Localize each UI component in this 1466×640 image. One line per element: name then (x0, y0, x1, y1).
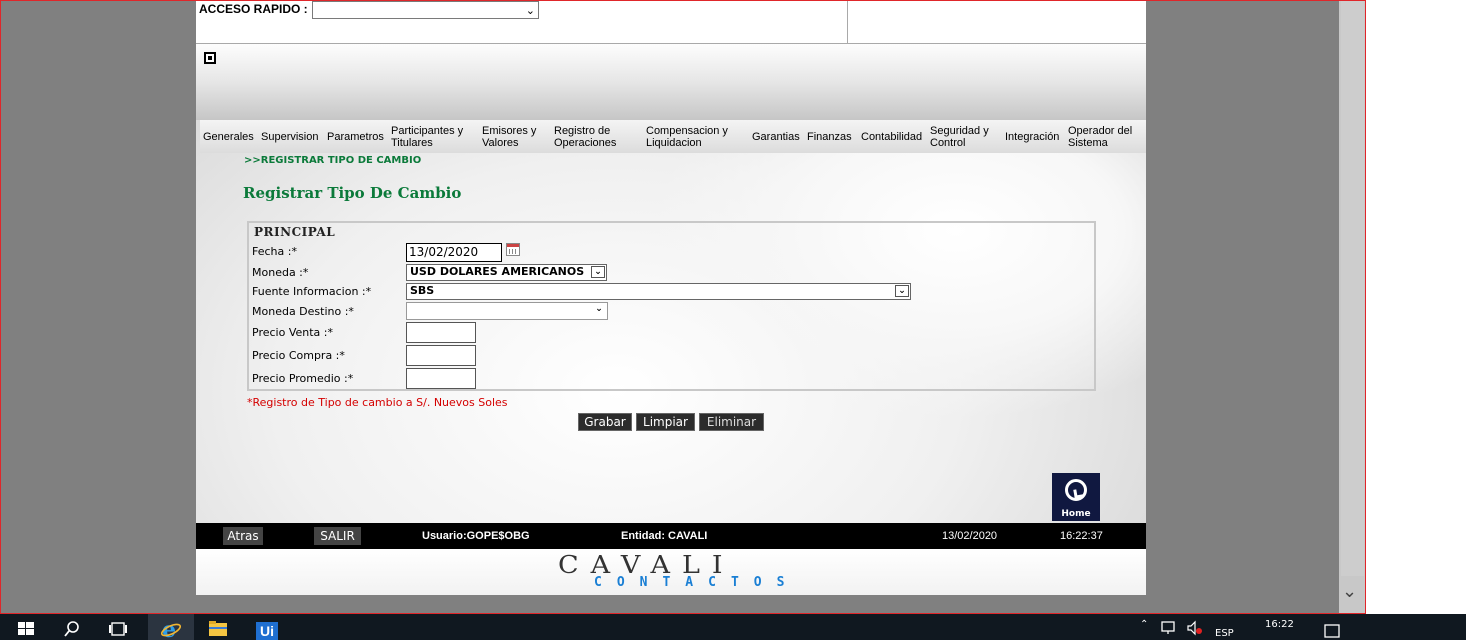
home-label: Home (1061, 509, 1091, 519)
usuario-text: Usuario:GOPE$OBG (422, 530, 530, 542)
menu-item-participantes[interactable]: Participantes y Titulares (388, 125, 479, 149)
info-note: *Registro de Tipo de cambio a S/. Nuevos… (247, 396, 508, 409)
fecha-input[interactable]: 13/02/2020 (406, 243, 502, 262)
menu-item-generales[interactable]: Generales (200, 131, 258, 143)
precio-promedio-label: Precio Promedio :* (252, 372, 354, 385)
fuente-value: SBS (410, 284, 435, 297)
menu-item-finanzas[interactable]: Finanzas (804, 131, 858, 143)
menu-item-seguridad[interactable]: Seguridad y Control (927, 125, 1002, 149)
salir-button[interactable]: SALIR (314, 527, 361, 545)
notifications-icon[interactable] (1324, 624, 1340, 640)
moneda-destino-select[interactable]: ⌄ (406, 302, 608, 320)
internet-explorer-icon: e (160, 618, 182, 640)
fieldset-legend: PRINCIPAL (254, 225, 336, 239)
web-page: ACCESO RAPIDO : ⌄ Generales Supervision … (196, 1, 1146, 595)
precio-venta-input[interactable] (406, 322, 476, 343)
principal-fieldset: PRINCIPAL (247, 221, 1096, 391)
status-time: 16:22:37 (1060, 530, 1103, 542)
chevron-up-icon[interactable]: ⌃ (1140, 619, 1148, 630)
window-icon[interactable] (204, 52, 216, 64)
chevron-down-icon: ⌄ (591, 266, 605, 278)
grabar-button[interactable]: Grabar (578, 413, 632, 431)
menu-item-operador[interactable]: Operador del Sistema (1065, 125, 1137, 149)
menu-item-contabilidad[interactable]: Contabilidad (858, 131, 927, 143)
precio-compra-label: Precio Compra :* (252, 349, 345, 362)
divider (847, 1, 848, 43)
uipath-icon[interactable]: Ui (256, 622, 278, 640)
scroll-down-icon[interactable]: ⌄ (1342, 581, 1357, 602)
quick-access-label: ACCESO RAPIDO : (199, 2, 308, 16)
menu-item-supervision[interactable]: Supervision (258, 131, 324, 143)
folder-icon[interactable] (208, 618, 228, 638)
windows-start-icon[interactable] (16, 618, 36, 638)
chevron-down-icon: ⌄ (592, 304, 606, 316)
eliminar-button[interactable]: Eliminar (699, 413, 764, 431)
moneda-label: Moneda :* (252, 266, 309, 279)
volume-muted-icon[interactable] (1186, 620, 1204, 636)
chevron-down-icon: ⌄ (525, 4, 535, 17)
breadcrumb: >>REGISTRAR TIPO DE CAMBIO (244, 155, 422, 166)
status-bar: Atras SALIR Usuario:GOPE$OBG Entidad: CA… (196, 523, 1146, 549)
footer: CAVALI CONTACTOS (196, 549, 1146, 595)
network-icon[interactable] (1160, 620, 1178, 636)
moneda-select[interactable]: USD DOLARES AMERICANOS ⌄ (406, 264, 607, 281)
menu-item-parametros[interactable]: Parametros (324, 131, 388, 143)
chevron-down-icon: ⌄ (895, 285, 909, 297)
precio-compra-input[interactable] (406, 345, 476, 366)
moneda-value: USD DOLARES AMERICANOS (410, 265, 585, 278)
header-banner (196, 44, 1146, 120)
menu-item-compensacion[interactable]: Compensacion y Liquidacion (643, 125, 749, 149)
fecha-label: Fecha :* (252, 245, 297, 258)
vertical-scrollbar[interactable]: ⌄ (1339, 1, 1365, 613)
limpiar-button[interactable]: Limpiar (636, 413, 695, 431)
status-date: 13/02/2020 (942, 530, 998, 542)
footer-contacts-link[interactable]: CONTACTOS (594, 575, 799, 590)
menu-item-emisores[interactable]: Emisores y Valores (479, 125, 551, 149)
scrollbar-thumb[interactable] (1341, 1, 1364, 576)
calendar-icon[interactable] (506, 243, 520, 256)
precio-promedio-input[interactable] (406, 368, 476, 389)
top-bar: ACCESO RAPIDO : ⌄ (196, 1, 1146, 44)
ie-taskbar-item[interactable]: e (148, 614, 194, 640)
clock-time[interactable]: 16:22 (1265, 619, 1294, 630)
quick-access-select[interactable]: ⌄ (312, 1, 539, 19)
entidad-text: Entidad: CAVALI (621, 530, 708, 542)
precio-venta-label: Precio Venta :* (252, 326, 333, 339)
search-icon[interactable] (62, 618, 82, 638)
page-title: Registrar Tipo De Cambio (243, 184, 462, 202)
taskbar: e Ui ⌃ ESP 16:22 (0, 614, 1466, 640)
language-indicator[interactable]: ESP (1215, 628, 1234, 639)
menu-item-registro-operaciones[interactable]: Registro de Operaciones (551, 125, 643, 149)
atras-button[interactable]: Atras (223, 527, 263, 545)
fuente-label: Fuente Informacion :* (252, 285, 372, 298)
moneda-destino-label: Moneda Destino :* (252, 305, 354, 318)
menu-item-garantias[interactable]: Garantias (749, 131, 804, 143)
main-menu: Generales Supervision Parametros Partici… (200, 120, 1146, 153)
fuente-select[interactable]: SBS ⌄ (406, 283, 911, 300)
browser-window: ACCESO RAPIDO : ⌄ Generales Supervision … (0, 0, 1366, 614)
task-view-icon[interactable] (108, 618, 128, 638)
menu-item-integracion[interactable]: Integración (1002, 131, 1065, 143)
home-icon (1065, 479, 1087, 501)
home-button[interactable]: Home (1052, 473, 1100, 521)
